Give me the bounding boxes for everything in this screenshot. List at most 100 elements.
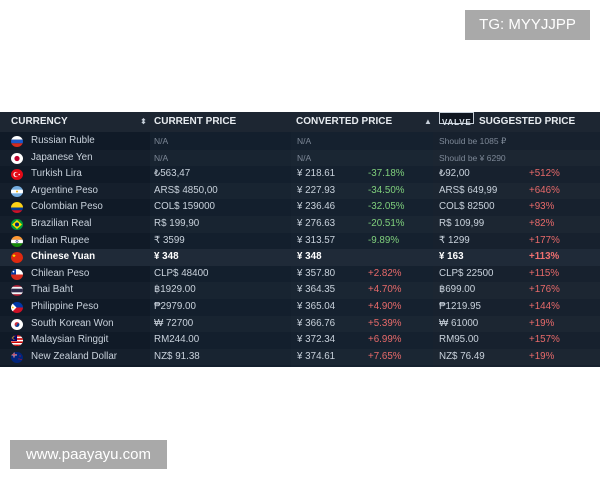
converted-price: ¥ 218.61	[297, 168, 336, 180]
thailand-flag-icon	[11, 285, 23, 297]
suggested-price-percent: +115%	[529, 267, 560, 279]
suggested-price: R$ 109,99	[439, 218, 485, 229]
suggested-price: ₹ 1299	[439, 234, 470, 246]
suggested-price-percent: +93%	[529, 201, 555, 213]
converted-price: ¥ 365.04	[297, 301, 336, 312]
current-price: RM244.00	[154, 334, 200, 346]
converted-price-percent: -20.51%	[368, 218, 405, 229]
suggested-price: Should be ¥ 6290	[439, 152, 506, 163]
currency-name: Brazilian Real	[31, 218, 92, 229]
russia-flag-icon	[11, 136, 23, 147]
converted-price: ¥ 372.34	[297, 334, 336, 346]
table-row[interactable]: Malaysian Ringgit RM244.00 ¥ 372.34 +6.99% R…	[0, 332, 600, 349]
colombia-flag-icon	[11, 202, 23, 214]
suggested-price: ¥ 163	[439, 251, 464, 263]
currency-name: Malaysian Ringgit	[31, 334, 109, 346]
converted-price: ¥ 276.63	[297, 218, 336, 229]
brazil-flag-icon	[11, 219, 23, 230]
converted-price: ¥ 348	[297, 251, 322, 263]
current-price: ¥ 348	[154, 251, 179, 263]
china-flag-icon	[11, 252, 23, 264]
header-current-price[interactable]: CURRENT PRICE	[154, 112, 236, 132]
valve-logo: VALVE	[439, 112, 475, 127]
argentina-flag-icon	[11, 185, 23, 197]
table-row[interactable]: New Zealand Dollar NZ$ 91.38 ¥ 374.61 +7.65…	[0, 349, 600, 366]
current-price: ₺563,47	[154, 168, 191, 180]
currency-name: Indian Rupee	[31, 234, 90, 246]
philippines-flag-icon	[11, 302, 23, 313]
suggested-price: ₺92,00	[439, 168, 470, 180]
converted-price: ¥ 366.76	[297, 317, 336, 329]
current-price: R$ 199,90	[154, 218, 200, 229]
caret-up-icon[interactable]: ▲	[424, 117, 432, 127]
converted-price-percent: +4.70%	[368, 284, 402, 296]
india-flag-icon	[11, 235, 23, 247]
converted-price: N/A	[297, 136, 312, 146]
table-row[interactable]: Argentine Peso ARS$ 4850,00 ¥ 227.93 -34.50…	[0, 183, 600, 200]
current-price: ARS$ 4850,00	[154, 184, 218, 196]
suggested-price: COL$ 82500	[439, 201, 495, 213]
currency-name: Philippine Peso	[31, 301, 99, 312]
header-currency[interactable]: CURRENCY	[11, 112, 68, 132]
converted-price: ¥ 357.80	[297, 267, 336, 279]
suggested-price: Should be 1085 ₽	[439, 136, 507, 146]
suggested-price: ARS$ 649,99	[439, 184, 498, 196]
currency-name: Russian Ruble	[31, 135, 95, 146]
table-row[interactable]: Chilean Peso CLP$ 48400 ¥ 357.80 +2.82% CLP$…	[0, 266, 600, 283]
watermark-top: TG: MYYJJPP	[465, 10, 590, 40]
currency-name: Chinese Yuan	[31, 251, 96, 263]
table-row[interactable]: Colombian Peso COL$ 159000 ¥ 236.46 -32.05%…	[0, 199, 600, 216]
suggested-price-percent: +82%	[529, 218, 555, 229]
current-price: N/A	[154, 152, 169, 163]
current-price: ₱2979.00	[154, 301, 196, 312]
table-header: CURRENCY ⬍ CURRENT PRICE CONVERTED PRICE…	[0, 112, 600, 132]
current-price: COL$ 159000	[154, 201, 216, 213]
suggested-price: ₩ 61000	[439, 317, 479, 329]
suggested-price: ₱1219.95	[439, 301, 481, 312]
current-price: N/A	[154, 136, 169, 146]
table-row[interactable]: Philippine Peso ₱2979.00 ¥ 365.04 +4.90% ₱12…	[0, 299, 600, 316]
current-price: NZ$ 91.38	[154, 350, 200, 362]
suggested-price-percent: +646%	[529, 184, 560, 196]
current-price: ₹ 3599	[154, 234, 185, 246]
new-zealand-flag-icon	[11, 351, 23, 363]
converted-price: ¥ 374.61	[297, 350, 336, 362]
currency-name: Thai Baht	[31, 284, 73, 296]
header-suggested-price[interactable]: SUGGESTED PRICE	[479, 112, 575, 132]
converted-price: N/A	[297, 152, 312, 163]
converted-price-percent: -34.50%	[368, 184, 405, 196]
sort-updown-icon[interactable]: ⬍	[140, 117, 147, 127]
converted-price: ¥ 227.93	[297, 184, 336, 196]
table-row[interactable]: Russian Ruble N/A N/A Should be 1085 ₽	[0, 133, 600, 150]
suggested-price: RM95.00	[439, 334, 479, 346]
table-row[interactable]: Thai Baht ฿1929.00 ¥ 364.35 +4.70% ฿699.00 +1…	[0, 282, 600, 299]
table-row[interactable]: Turkish Lira ₺563,47 ¥ 218.61 -37.18% ₺92,00…	[0, 166, 600, 183]
converted-price-percent: -37.18%	[368, 168, 405, 180]
table-row[interactable]: Indian Rupee ₹ 3599 ¥ 313.57 -9.89% ₹ 1299 +1…	[0, 233, 600, 250]
suggested-price: CLP$ 22500	[439, 267, 494, 279]
south-korea-flag-icon	[11, 318, 23, 330]
currency-name: Argentine Peso	[31, 184, 98, 196]
converted-price: ¥ 364.35	[297, 284, 336, 296]
currency-name: Japanese Yen	[31, 151, 93, 163]
converted-price-percent: +2.82%	[368, 267, 402, 279]
current-price: ₩ 72700	[154, 317, 194, 329]
suggested-price: NZ$ 76.49	[439, 350, 485, 362]
header-converted-price[interactable]: CONVERTED PRICE	[296, 112, 392, 132]
converted-price-percent: -9.89%	[368, 234, 400, 246]
price-table: CURRENCY ⬍ CURRENT PRICE CONVERTED PRICE…	[0, 112, 600, 367]
table-row[interactable]: South Korean Won ₩ 72700 ¥ 366.76 +5.39% ₩ 6…	[0, 316, 600, 333]
table-row[interactable]: Brazilian Real R$ 199,90 ¥ 276.63 -20.51% R$…	[0, 216, 600, 233]
currency-name: Chilean Peso	[31, 267, 90, 279]
converted-price-percent: -32.05%	[368, 201, 405, 213]
converted-price-percent: +7.65%	[368, 350, 402, 362]
suggested-price-percent: +144%	[529, 301, 560, 312]
table-row[interactable]: Chinese Yuan ¥ 348 ¥ 348 ¥ 163 +113%	[0, 249, 600, 266]
converted-price-percent: +4.90%	[368, 301, 402, 312]
suggested-price-percent: +113%	[529, 251, 560, 263]
suggested-price-percent: +157%	[529, 334, 560, 346]
suggested-price-percent: +512%	[529, 168, 560, 180]
table-row[interactable]: Japanese Yen N/A N/A Should be ¥ 6290	[0, 150, 600, 167]
suggested-price-percent: +19%	[529, 350, 555, 362]
currency-name: New Zealand Dollar	[31, 350, 118, 362]
